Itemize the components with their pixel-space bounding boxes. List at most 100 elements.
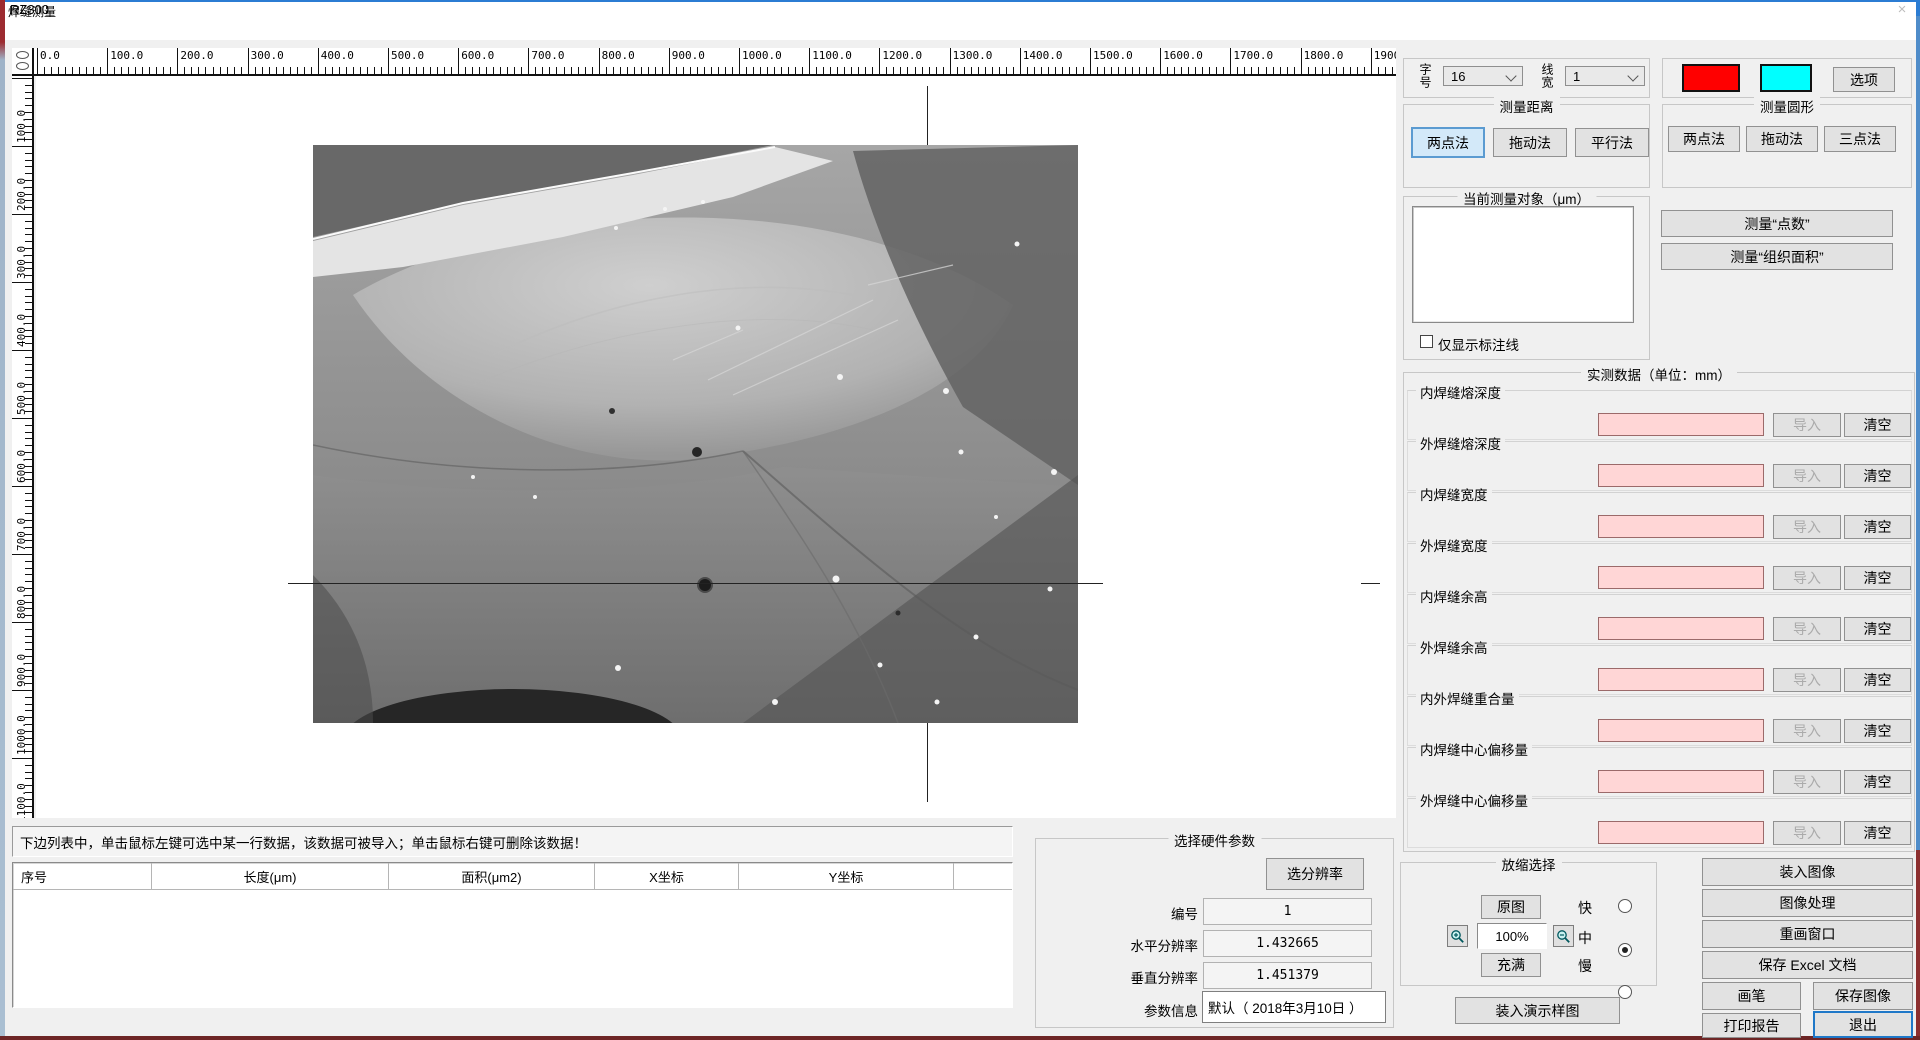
image-process-button[interactable]: 图像处理 xyxy=(1702,889,1913,917)
measure-distance-title: 测量距离 xyxy=(1494,96,1560,116)
load-image-button[interactable]: 装入图像 xyxy=(1702,858,1913,886)
ruler-minor-tick xyxy=(1034,67,1035,74)
load-demo-image-button[interactable]: 装入演示样图 xyxy=(1455,997,1620,1024)
param-info-field[interactable]: 默认（ 2018年3月10日 ） xyxy=(1202,991,1386,1023)
speed-medium-radio[interactable] xyxy=(1618,943,1632,957)
close-icon[interactable]: × xyxy=(1893,2,1911,18)
import-button[interactable]: 导入 xyxy=(1773,770,1841,794)
ruler-minor-tick xyxy=(1188,67,1189,74)
current-object-listbox[interactable] xyxy=(1412,206,1634,323)
measurement-value-field[interactable] xyxy=(1598,617,1764,640)
import-button[interactable]: 导入 xyxy=(1773,821,1841,845)
ruler-minor-tick xyxy=(1378,67,1379,74)
measure-circle-title: 测量圆形 xyxy=(1754,96,1820,116)
ruler-major-tick xyxy=(177,48,178,74)
distance-two-point-button[interactable]: 两点法 xyxy=(1411,127,1485,158)
ruler-minor-tick xyxy=(332,67,333,74)
clear-button[interactable]: 清空 xyxy=(1844,566,1911,590)
measurement-value-field[interactable] xyxy=(1598,566,1764,589)
circle-three-point-button[interactable]: 三点法 xyxy=(1824,126,1896,152)
ruler-minor-tick xyxy=(1343,67,1344,74)
measure-points-button[interactable]: 测量“点数” xyxy=(1661,210,1893,237)
show-annotation-only-checkbox[interactable] xyxy=(1420,335,1433,348)
redraw-window-button[interactable]: 重画窗口 xyxy=(1702,920,1913,948)
circle-two-point-button[interactable]: 两点法 xyxy=(1668,126,1740,152)
ruler-minor-tick xyxy=(472,67,473,74)
import-button[interactable]: 导入 xyxy=(1773,719,1841,743)
clear-button[interactable]: 清空 xyxy=(1844,413,1911,437)
print-report-button[interactable]: 打印报告 xyxy=(1702,1013,1801,1038)
zoom-out-button[interactable] xyxy=(1553,925,1574,947)
clear-button[interactable]: 清空 xyxy=(1844,719,1911,743)
pen-button[interactable]: 画笔 xyxy=(1702,982,1801,1010)
options-button[interactable]: 选项 xyxy=(1833,67,1895,92)
save-image-button[interactable]: 保存图像 xyxy=(1813,982,1913,1010)
ruler-minor-tick xyxy=(25,513,32,514)
current-object-title: 当前测量对象（μm） xyxy=(1457,188,1596,208)
weld-image[interactable] xyxy=(313,145,1078,723)
ruler-major-tick xyxy=(12,146,32,147)
ruler-minor-tick xyxy=(65,67,66,74)
circle-drag-button[interactable]: 拖动法 xyxy=(1746,126,1818,152)
table-column-header[interactable]: X坐标 xyxy=(595,863,739,889)
measure-area-button[interactable]: 测量“组织面积” xyxy=(1661,243,1893,270)
measurement-value-field[interactable] xyxy=(1598,668,1764,691)
clear-button[interactable]: 清空 xyxy=(1844,464,1911,488)
exit-button[interactable]: 退出 xyxy=(1813,1011,1913,1038)
ruler-minor-tick xyxy=(872,67,873,74)
measurement-value-field[interactable] xyxy=(1598,719,1764,742)
table-column-header[interactable]: Y坐标 xyxy=(739,863,954,889)
measurement-value-field[interactable] xyxy=(1598,464,1764,487)
clear-button[interactable]: 清空 xyxy=(1844,617,1911,641)
distance-parallel-button[interactable]: 平行法 xyxy=(1575,128,1649,157)
ruler-minor-tick xyxy=(1006,67,1007,74)
measurement-value-field[interactable] xyxy=(1598,413,1764,436)
clear-button[interactable]: 清空 xyxy=(1844,770,1911,794)
primary-color-swatch[interactable] xyxy=(1682,64,1740,92)
ruler-minor-tick xyxy=(25,98,32,99)
measurement-value-field[interactable] xyxy=(1598,821,1764,844)
import-button[interactable]: 导入 xyxy=(1773,566,1841,590)
horizontal-resolution-field[interactable]: 1.432665 xyxy=(1203,930,1372,957)
measurement-value-field[interactable] xyxy=(1598,770,1764,793)
zoom-in-button[interactable] xyxy=(1447,925,1468,947)
table-column-header[interactable]: 面积(μm2) xyxy=(389,863,595,889)
clear-button[interactable]: 清空 xyxy=(1844,821,1911,845)
speed-slow-radio[interactable] xyxy=(1618,985,1632,999)
ruler-minor-tick xyxy=(25,234,32,235)
ruler-major-tick xyxy=(318,48,319,74)
line-width-select[interactable]: 1 xyxy=(1565,66,1645,86)
clear-button[interactable]: 清空 xyxy=(1844,515,1911,539)
import-button[interactable]: 导入 xyxy=(1773,413,1841,437)
vertical-resolution-field[interactable]: 1.451379 xyxy=(1203,962,1372,989)
id-field[interactable]: 1 xyxy=(1203,898,1372,925)
save-excel-button[interactable]: 保存 Excel 文档 xyxy=(1702,951,1913,979)
ruler-minor-tick xyxy=(851,67,852,74)
measurement-value-field[interactable] xyxy=(1598,515,1764,538)
original-size-button[interactable]: 原图 xyxy=(1481,895,1541,919)
ruler-minor-tick xyxy=(1104,67,1105,74)
import-button[interactable]: 导入 xyxy=(1773,464,1841,488)
ruler-minor-tick xyxy=(423,67,424,74)
clear-button[interactable]: 清空 xyxy=(1844,668,1911,692)
ruler-minor-tick xyxy=(25,296,32,297)
ruler-tick-label: 1500.0 xyxy=(1093,49,1133,62)
import-button[interactable]: 导入 xyxy=(1773,515,1841,539)
menu-item-rz300[interactable]: RZ300 xyxy=(10,2,49,17)
font-size-select[interactable]: 16 xyxy=(1443,66,1523,86)
distance-drag-button[interactable]: 拖动法 xyxy=(1493,128,1567,157)
ruler-minor-tick xyxy=(128,67,129,74)
table-column-header[interactable]: 长度(μm) xyxy=(152,863,389,889)
import-button[interactable]: 导入 xyxy=(1773,668,1841,692)
data-table[interactable]: 序号长度(μm)面积(μm2)X坐标Y坐标 xyxy=(12,862,1013,1008)
import-button[interactable]: 导入 xyxy=(1773,617,1841,641)
select-resolution-button[interactable]: 选分辨率 xyxy=(1266,858,1364,890)
ruler-minor-tick xyxy=(283,67,284,74)
ruler-minor-tick xyxy=(985,67,986,74)
fit-button[interactable]: 充满 xyxy=(1481,953,1541,977)
table-column-header[interactable]: 序号 xyxy=(13,863,152,889)
zoom-percent-field[interactable]: 100% xyxy=(1477,923,1547,949)
secondary-color-swatch[interactable] xyxy=(1760,64,1812,92)
speed-fast-radio[interactable] xyxy=(1618,899,1632,913)
ruler-minor-tick xyxy=(1357,67,1358,74)
